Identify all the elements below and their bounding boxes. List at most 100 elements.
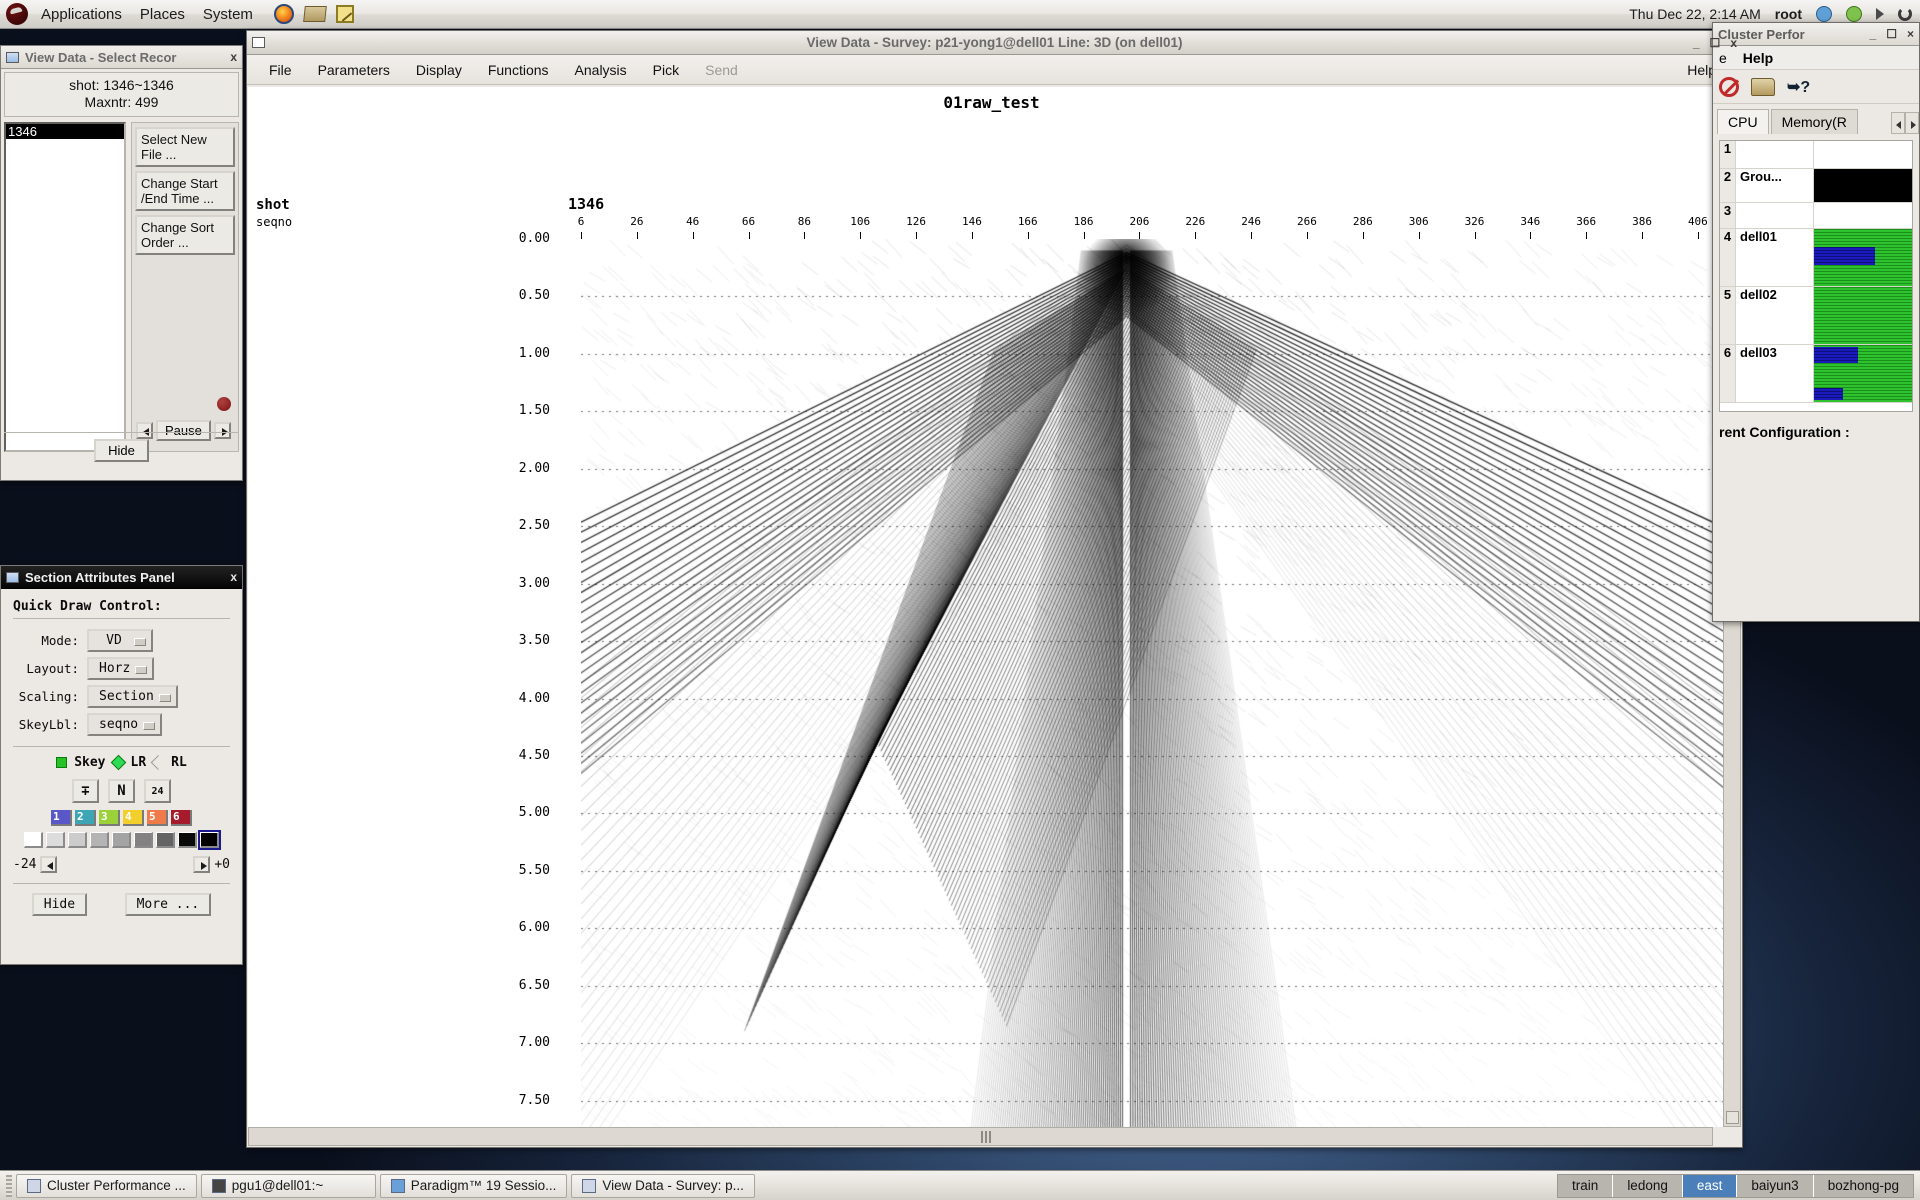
workspace-east[interactable]: east — [1682, 1174, 1738, 1197]
record-list[interactable]: 1346 — [4, 122, 126, 452]
horizontal-scroll-thumb[interactable] — [980, 1131, 993, 1143]
polarity-icon[interactable]: N — [108, 779, 135, 803]
taskbar-item-cluster[interactable]: Cluster Performance ... — [16, 1173, 197, 1198]
color-swatch[interactable]: 1 — [51, 810, 72, 826]
close-icon[interactable]: × — [1907, 27, 1914, 41]
rl-diamond-icon[interactable] — [150, 754, 167, 771]
folder-icon[interactable] — [1751, 77, 1775, 96]
dictionary-icon[interactable] — [303, 6, 327, 22]
table-row[interactable]: 1 — [1720, 141, 1912, 169]
scaling-row: Scaling: Section — [13, 685, 230, 708]
color-swatch[interactable]: 4 — [123, 810, 144, 826]
maximize-icon[interactable]: ☐ — [1886, 27, 1897, 41]
scaling-select[interactable]: Section — [87, 685, 178, 708]
list-item[interactable]: 1346 — [6, 124, 124, 139]
power-icon[interactable] — [1898, 7, 1912, 21]
menu-functions[interactable]: Functions — [476, 58, 561, 82]
view-data-titlebar[interactable]: View Data - Survey: p21-yong1@dell01 Lin… — [247, 31, 1742, 55]
table-row[interactable]: 6 dell03 — [1720, 345, 1912, 403]
zoom-icon[interactable]: ∓ — [72, 779, 99, 803]
grey-swatch[interactable] — [178, 832, 197, 848]
taskbar-item-paradigm[interactable]: Paradigm™ 19 Sessio... — [379, 1173, 568, 1198]
seismic-plot-area[interactable]: 01raw_test shot seqno 1346 Time (sec) 62… — [248, 87, 1735, 1127]
taskbar-item-terminal[interactable]: pgu1@dell01:~ — [200, 1173, 376, 1198]
update-icon[interactable] — [1846, 6, 1862, 22]
minimize-icon[interactable]: _ — [1693, 36, 1700, 50]
close-icon[interactable]: x — [230, 50, 237, 64]
table-row[interactable]: 2 Grou... — [1720, 169, 1912, 203]
grey-swatch[interactable] — [24, 832, 43, 848]
menu-system[interactable]: System — [194, 1, 262, 28]
menu-file[interactable]: File — [257, 58, 304, 82]
sap-titlebar[interactable]: Section Attributes Panel x — [1, 566, 242, 589]
table-row[interactable]: 4 dell01 — [1720, 229, 1912, 287]
scroll-down-button[interactable] — [1726, 1111, 1739, 1124]
gain-increase-button[interactable] — [193, 856, 211, 873]
layout-select[interactable]: Horz — [87, 657, 155, 680]
color-swatch[interactable]: 3 — [99, 810, 120, 826]
color-swatch[interactable]: 6 — [171, 810, 192, 826]
cluster-menu-file[interactable]: e — [1719, 50, 1727, 66]
notes-icon[interactable] — [335, 5, 354, 23]
mode-select[interactable]: VD — [87, 629, 153, 652]
close-icon[interactable]: x — [1730, 36, 1737, 50]
tab-cpu[interactable]: CPU — [1717, 109, 1769, 134]
volume-icon[interactable] — [1876, 8, 1884, 20]
horizontal-scrollbar[interactable] — [248, 1127, 1713, 1146]
taskbar-item-viewdata[interactable]: View Data - Survey: p... — [571, 1173, 755, 1198]
workspace-switcher[interactable]: train ledong east baiyun3 bozhong-pg — [1557, 1173, 1914, 1198]
menu-parameters[interactable]: Parameters — [306, 58, 402, 82]
color-swatch[interactable]: 5 — [147, 810, 168, 826]
minimize-icon[interactable]: _ — [1870, 27, 1877, 41]
select-new-file-button[interactable]: Select New File ... — [135, 127, 235, 167]
tab-scroll-left-button[interactable] — [1891, 112, 1905, 134]
hide-button[interactable]: Hide — [94, 439, 149, 462]
grey-swatch[interactable] — [68, 832, 87, 848]
change-sort-order-button[interactable]: Change Sort Order ... — [135, 215, 235, 255]
tab-scroll-right-button[interactable] — [1905, 112, 1919, 134]
lr-diamond-icon[interactable] — [110, 754, 126, 771]
seismic-gather-canvas[interactable] — [581, 239, 1735, 1127]
gain-decrease-button[interactable] — [40, 856, 58, 873]
change-start-end-time-button[interactable]: Change Start /End Time ... — [135, 171, 235, 211]
skey-square-icon[interactable] — [56, 757, 68, 768]
trace-number-icon[interactable]: 24 — [144, 779, 171, 803]
maximize-icon[interactable]: ☐ — [1710, 36, 1721, 50]
table-row[interactable]: 3 — [1720, 203, 1912, 229]
cluster-titlebar[interactable]: Cluster Perfor _ ☐ × — [1713, 23, 1919, 46]
grey-swatch-selected[interactable] — [198, 830, 221, 850]
menu-analysis[interactable]: Analysis — [563, 58, 639, 82]
clock[interactable]: Thu Dec 22, 2:14 AM — [1629, 6, 1761, 22]
grey-swatch[interactable] — [134, 832, 153, 848]
menu-places[interactable]: Places — [131, 1, 194, 28]
sap-more-button[interactable]: More ... — [124, 893, 212, 916]
tab-memory[interactable]: Memory(R — [1770, 109, 1858, 134]
sap-hide-button[interactable]: Hide — [31, 893, 88, 916]
menu-display[interactable]: Display — [404, 58, 474, 82]
fedora-logo-icon[interactable] — [6, 3, 28, 25]
taskbar-handle[interactable] — [6, 1174, 12, 1197]
grey-swatch-row — [13, 830, 230, 850]
network-icon[interactable] — [1816, 6, 1832, 22]
grey-swatch[interactable] — [112, 832, 131, 848]
menu-pick[interactable]: Pick — [641, 58, 691, 82]
table-row[interactable]: 5 dell02 — [1720, 287, 1912, 345]
current-user-label[interactable]: root — [1775, 6, 1802, 22]
close-icon[interactable]: x — [230, 570, 237, 584]
grey-swatch[interactable] — [156, 832, 175, 848]
select-record-titlebar[interactable]: View Data - Select Recor x — [1, 46, 242, 69]
help-pointer-icon[interactable]: ➥? — [1787, 77, 1810, 97]
grey-swatch[interactable] — [90, 832, 109, 848]
workspace-ledong[interactable]: ledong — [1613, 1174, 1683, 1197]
skeylbl-select[interactable]: seqno — [87, 713, 163, 736]
color-swatch[interactable]: 2 — [75, 810, 96, 826]
workspace-train[interactable]: train — [1558, 1174, 1614, 1197]
cluster-menu-help[interactable]: Help — [1743, 50, 1773, 66]
grey-swatch[interactable] — [46, 832, 65, 848]
workspace-baiyun3[interactable]: baiyun3 — [1737, 1174, 1814, 1197]
cluster-node-table[interactable]: 1 2 Grou... 3 4 dell01 5 dell02 6 dell03 — [1719, 140, 1913, 412]
firefox-icon[interactable] — [273, 4, 294, 24]
menu-applications[interactable]: Applications — [32, 1, 131, 28]
workspace-bozhong-pg[interactable]: bozhong-pg — [1813, 1174, 1913, 1197]
stop-icon[interactable] — [1719, 76, 1739, 97]
